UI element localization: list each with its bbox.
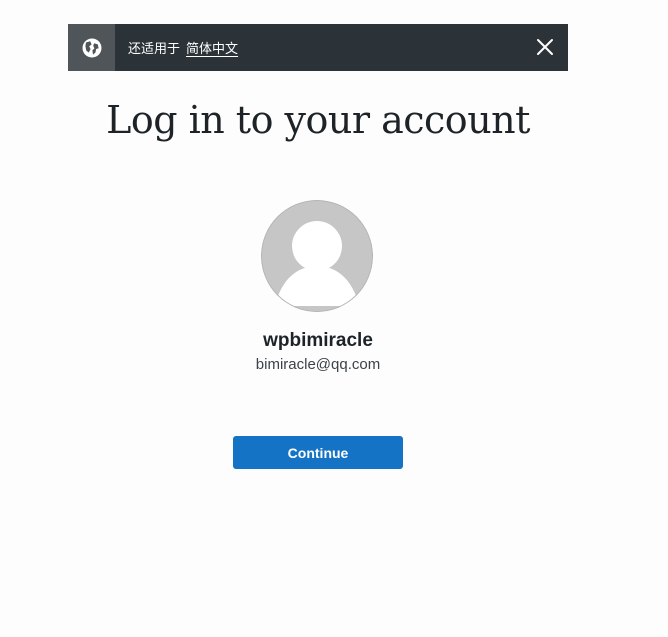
account-username: wpbimiracle	[263, 330, 373, 351]
language-link[interactable]: 简体中文	[186, 38, 238, 57]
account-email: bimiracle@qq.com	[255, 356, 381, 373]
continue-button[interactable]: Continue	[233, 436, 403, 469]
default-avatar-icon	[261, 200, 373, 312]
globe-icon	[68, 24, 115, 71]
banner-prefix: 还适用于	[128, 42, 181, 57]
login-page: 还适用于 简体中文 Log in to your account wpbimir…	[0, 0, 668, 637]
close-icon[interactable]	[534, 36, 556, 58]
page-title: Log in to your account	[106, 98, 530, 142]
banner-text: 还适用于 简体中文	[128, 38, 238, 57]
language-banner: 还适用于 简体中文	[68, 24, 568, 71]
